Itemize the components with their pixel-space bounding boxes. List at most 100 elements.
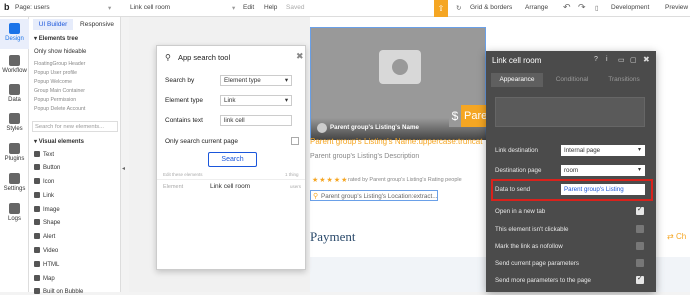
- chevron-down-icon[interactable]: ▾: [232, 4, 235, 12]
- search-button[interactable]: Search: [208, 152, 257, 167]
- rail-logs[interactable]: Logs: [0, 203, 29, 222]
- history-icon[interactable]: ↻: [456, 4, 461, 12]
- change-link[interactable]: ⇄ Ch: [667, 232, 686, 241]
- arrange-menu[interactable]: Arrange: [525, 4, 548, 11]
- chevron-down-icon[interactable]: ▾: [108, 4, 111, 12]
- tab-conditional[interactable]: Conditional: [546, 73, 598, 87]
- element-search-input[interactable]: Search for new elements...: [32, 121, 118, 132]
- rail-styles[interactable]: Styles: [0, 113, 29, 132]
- help-icon[interactable]: ?: [594, 56, 598, 63]
- app-search-dialog: ⚲ App search tool ✖ Search by Element ty…: [156, 45, 306, 270]
- tab-appearance[interactable]: Appearance: [491, 73, 543, 87]
- destination-page-select[interactable]: room: [561, 165, 645, 176]
- link-destination-label: Link destination: [495, 147, 538, 154]
- edit-hint[interactable]: Edit these elements: [163, 172, 203, 177]
- shape-icon: [34, 219, 40, 225]
- element-selector[interactable]: Link cell room: [130, 4, 170, 11]
- not-clickable-label: This element isn't clickable: [495, 226, 569, 233]
- redo-icon[interactable]: ↷: [578, 2, 586, 13]
- rail-data[interactable]: Data: [0, 84, 29, 103]
- upgrade-icon[interactable]: ⇧: [434, 0, 448, 17]
- only-hideable-toggle[interactable]: Only show hideable: [34, 49, 86, 55]
- listing-location: Parent group's Listing's Location:extrac…: [321, 193, 438, 200]
- rail-design[interactable]: Design: [0, 19, 29, 49]
- bookmark-icon[interactable]: ▯: [595, 4, 599, 12]
- bubble-icon: [34, 288, 40, 294]
- grid-borders-menu[interactable]: Grid & borders: [470, 4, 512, 11]
- flag-icon: [34, 178, 40, 184]
- nofollow-label: Mark the link as nofollow: [495, 243, 563, 250]
- top-bar: b Page: users ▾ Link cell room ▾ Edit He…: [0, 0, 690, 17]
- palette-button[interactable]: Button: [34, 164, 60, 171]
- close-icon[interactable]: ✖: [643, 55, 650, 64]
- menu-edit[interactable]: Edit: [243, 4, 254, 11]
- send-params-label: Send current page parameters: [495, 260, 579, 267]
- palette-text[interactable]: Text: [34, 151, 54, 158]
- open-new-tab-label: Open in a new tab: [495, 208, 546, 215]
- not-clickable-checkbox[interactable]: [636, 225, 644, 233]
- result-row[interactable]: Element Link cell room users: [157, 179, 305, 192]
- info-icon[interactable]: i: [606, 56, 608, 63]
- elements-tree-label: Elements tree: [38, 36, 79, 42]
- button-icon: [34, 164, 40, 170]
- current-page-checkbox[interactable]: [291, 137, 299, 145]
- rail-settings[interactable]: Settings: [0, 173, 29, 192]
- link-cell-room[interactable]: ⚲ Parent group's Listing's Location:extr…: [310, 190, 438, 201]
- open-new-tab-checkbox[interactable]: [636, 205, 644, 215]
- search-icon: ⚲: [165, 53, 171, 62]
- gear-icon: [9, 173, 20, 184]
- rail-plugins[interactable]: Plugins: [0, 143, 29, 162]
- collapse-panel-icon[interactable]: ◂: [122, 165, 125, 172]
- styles-icon: [9, 113, 20, 124]
- bubble-logo-icon[interactable]: b: [4, 2, 10, 12]
- undo-icon[interactable]: ↶: [563, 2, 571, 13]
- visual-elements-header[interactable]: ▾ Visual elements: [34, 138, 84, 145]
- rail-label: Plugins: [4, 156, 25, 162]
- tree-item[interactable]: FloatingGroup Header: [34, 61, 85, 67]
- tree-item[interactable]: Popup User profile: [34, 70, 77, 76]
- rail-label: Workflow: [2, 68, 27, 74]
- page-selector[interactable]: Page: users: [15, 4, 50, 11]
- elements-tree-header[interactable]: ▾ Elements tree: [34, 35, 78, 42]
- data-to-send-label: Data to send: [495, 186, 531, 193]
- result-count: 1 thing: [285, 172, 299, 177]
- version-selector[interactable]: Development: [611, 4, 649, 11]
- rail-workflow[interactable]: Workflow: [0, 55, 29, 74]
- preview-button[interactable]: Preview: [665, 4, 688, 11]
- palette-label: Map: [43, 276, 55, 282]
- send-params-checkbox[interactable]: [636, 259, 644, 267]
- palette-label: Video: [43, 248, 59, 254]
- palette-video[interactable]: Video: [34, 247, 58, 254]
- lock-icon[interactable]: ▭: [618, 56, 625, 64]
- tree-item[interactable]: Popup Permission: [34, 97, 76, 103]
- contains-text-input[interactable]: link cell: [220, 115, 292, 126]
- chevron-down-icon: ▾: [284, 77, 288, 84]
- search-by-select[interactable]: Element type ▾: [220, 75, 292, 86]
- tree-item[interactable]: Group Main Container: [34, 88, 85, 94]
- workflow-icon: [9, 55, 20, 66]
- element-type-select[interactable]: Link ▾: [220, 95, 292, 106]
- palette-shape[interactable]: Shape: [34, 219, 60, 226]
- tree-item[interactable]: Popup Delete Account: [34, 106, 85, 112]
- palette-link[interactable]: Link: [34, 192, 54, 199]
- palette-alert[interactable]: Alert: [34, 233, 55, 240]
- destination-page-label: Destination page: [495, 167, 542, 174]
- palette-image[interactable]: Image: [34, 206, 60, 213]
- tab-transitions[interactable]: Transitions: [598, 73, 650, 87]
- menu-help[interactable]: Help: [264, 4, 277, 11]
- palette-map[interactable]: Map: [34, 275, 55, 282]
- design-icon: [9, 23, 20, 34]
- data-to-send-input[interactable]: Parent group's Listing: [561, 184, 645, 195]
- link-destination-select[interactable]: Internal page: [561, 145, 645, 156]
- close-icon[interactable]: ✖: [296, 51, 304, 62]
- send-more-params-checkbox[interactable]: [636, 274, 644, 284]
- palette-label: Button: [43, 165, 61, 171]
- palette-html[interactable]: HTML: [34, 261, 59, 268]
- dialog-title: App search tool: [178, 53, 231, 62]
- palette-icon[interactable]: Icon: [34, 178, 54, 185]
- nofollow-checkbox[interactable]: [636, 242, 644, 250]
- tab-responsive[interactable]: Responsive: [77, 19, 117, 30]
- tab-ui-builder[interactable]: UI Builder: [33, 19, 73, 30]
- tree-item[interactable]: Popup Welcome: [34, 79, 72, 85]
- comment-icon[interactable]: ▢: [630, 56, 637, 64]
